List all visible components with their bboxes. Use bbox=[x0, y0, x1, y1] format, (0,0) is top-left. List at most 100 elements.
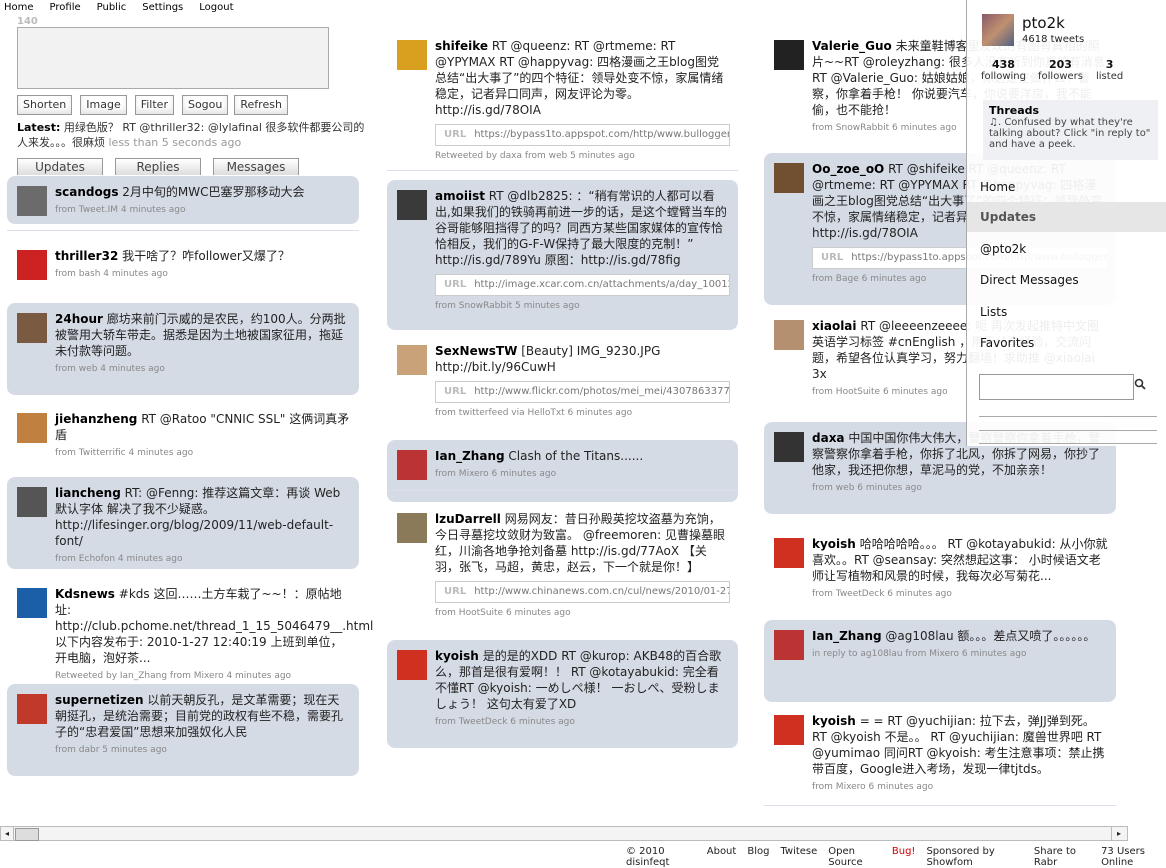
tweet-username[interactable]: kyoish bbox=[435, 649, 479, 663]
tweet-avatar[interactable] bbox=[17, 250, 47, 280]
footer-twitese-link[interactable]: Twitese bbox=[780, 846, 817, 868]
tweet-avatar[interactable] bbox=[397, 650, 427, 680]
tweet-username[interactable]: Oo_zoe_oO bbox=[812, 162, 884, 176]
stat-listed[interactable]: 3 listed bbox=[1096, 58, 1123, 82]
tweet-avatar[interactable] bbox=[397, 190, 427, 220]
nav-public[interactable]: Public bbox=[97, 2, 127, 13]
sidebar-item-updates[interactable]: Updates bbox=[980, 210, 1036, 224]
tweet-username[interactable]: supernetizen bbox=[55, 693, 144, 707]
tweet-url-preview[interactable]: URL http://www.chinanews.com.cn/cul/news/… bbox=[435, 581, 730, 603]
tweet-avatar[interactable] bbox=[17, 694, 47, 724]
footer-share-link[interactable]: Share to Rabr bbox=[1034, 846, 1090, 868]
tweet-username[interactable]: thriller32 bbox=[55, 249, 118, 263]
tweet-url-preview[interactable]: URL http://image.xcar.com.cn/attachments/… bbox=[435, 274, 730, 296]
sidebar-username[interactable]: pto2k bbox=[1022, 14, 1065, 32]
footer-sponsor-link[interactable]: Sponsored by Showfom bbox=[926, 846, 1022, 868]
tweet-card[interactable]: kyoish = = RT @yuchijian: 拉下去，弹JJ弹到死。RT … bbox=[764, 705, 1116, 795]
tweet-avatar[interactable] bbox=[774, 715, 804, 745]
scroll-left-icon[interactable]: ◂ bbox=[1, 827, 14, 840]
tweet-avatar[interactable] bbox=[17, 588, 47, 618]
tweet-avatar[interactable] bbox=[774, 320, 804, 350]
tab-updates[interactable]: Updates bbox=[17, 158, 103, 175]
nav-home[interactable]: Home bbox=[4, 2, 34, 13]
tweet-card[interactable]: lzuDarrell 网易网友：昔日孙殿英挖坟盗墓为充饷，今日寻墓挖坟敛财为致富… bbox=[387, 503, 738, 629]
tweet-card[interactable]: supernetizen 以前天朝反孔，是文革需要；现在天朝挺孔，是统治需要；目… bbox=[7, 684, 359, 776]
tweet-avatar[interactable] bbox=[17, 186, 47, 216]
tweet-card[interactable]: kyoish 是的是的XDD RT @kurop: AKB48的百合歌么，那首是… bbox=[387, 640, 738, 748]
tweet-url-preview[interactable]: URL https://bypass1to.appspot.com/http/ww… bbox=[435, 124, 730, 146]
tweet-avatar[interactable] bbox=[774, 432, 804, 462]
search-icon[interactable] bbox=[1129, 375, 1151, 397]
tweet-avatar[interactable] bbox=[17, 313, 47, 343]
url-text[interactable]: http://www.chinanews.com.cn/cul/news/201… bbox=[474, 586, 729, 597]
tweet-username[interactable]: 24hour bbox=[55, 312, 103, 326]
tweet-username[interactable]: scandogs bbox=[55, 185, 118, 199]
tweet-url-preview[interactable]: URL http://www.flickr.com/photos/mei_mei/… bbox=[435, 381, 730, 403]
shorten-button[interactable]: Shorten bbox=[17, 95, 73, 115]
sidebar-item-home[interactable]: Home bbox=[980, 180, 1015, 194]
tweet-username[interactable]: SexNewsTW bbox=[435, 344, 517, 358]
footer-bug-link[interactable]: Bug! bbox=[892, 846, 916, 868]
tweet-card[interactable]: jiehanzheng RT @Ratoo "CNNIC SSL" 这俩词真矛盾… bbox=[7, 403, 359, 465]
url-text[interactable]: http://image.xcar.com.cn/attachments/a/d… bbox=[474, 279, 729, 290]
tweet-avatar[interactable] bbox=[774, 40, 804, 70]
tweet-card[interactable]: Ian_Zhang @ag108lau 额。。。差点又喷了。。。。。。 in re… bbox=[764, 620, 1116, 702]
tweet-avatar[interactable] bbox=[774, 630, 804, 660]
tweet-username[interactable]: Ian_Zhang bbox=[812, 629, 882, 643]
stat-followers[interactable]: 203 followers bbox=[1038, 58, 1083, 82]
tweet-avatar[interactable] bbox=[397, 450, 427, 480]
tweet-card[interactable]: shifeike RT @queenz: RT @rtmeme: RT @YPY… bbox=[387, 30, 738, 166]
url-text[interactable]: https://bypass1to.appspot.com/http/www.b… bbox=[474, 129, 729, 140]
tweet-avatar[interactable] bbox=[397, 345, 427, 375]
footer-blog-link[interactable]: Blog bbox=[747, 846, 769, 868]
tweet-avatar[interactable] bbox=[774, 163, 804, 193]
footer-open-source-link[interactable]: Open Source bbox=[828, 846, 881, 868]
sidebar-item-favorites[interactable]: Favorites bbox=[980, 336, 1034, 350]
tweet-username[interactable]: Valerie_Guo bbox=[812, 39, 892, 53]
footer-about-link[interactable]: About bbox=[707, 846, 737, 868]
tweet-card[interactable]: kyoish 哈哈哈哈哈。。。 RT @kotayabukid: 从小你就喜欢。… bbox=[764, 528, 1116, 618]
sidebar-item-direct-messages[interactable]: Direct Messages bbox=[980, 273, 1079, 287]
tweet-avatar[interactable] bbox=[397, 513, 427, 543]
tweet-card[interactable]: thriller32 我干啥了？咋follower又爆了？ from bash 4… bbox=[7, 240, 359, 290]
tab-messages[interactable]: Messages bbox=[213, 158, 299, 175]
nav-settings[interactable]: Settings bbox=[142, 2, 183, 13]
tweet-card[interactable]: amoiist RT @dlb2825: ：“稍有常识的人都可以看出,如果我们的… bbox=[387, 180, 738, 330]
tweet-username[interactable]: kyoish bbox=[812, 714, 856, 728]
tweet-card[interactable]: scandogs 2月中旬的MWC巴塞罗那移动大会 from Tweet.IM 4… bbox=[7, 176, 359, 224]
nav-logout[interactable]: Logout bbox=[199, 2, 233, 13]
search-input[interactable] bbox=[979, 374, 1134, 400]
sidebar-item-lists[interactable]: Lists bbox=[980, 305, 1007, 319]
tweet-card[interactable]: 24hour 廊坊来前门示威的是农民，约100人。分两批被警用大轿车带走。据悉是… bbox=[7, 303, 359, 395]
filter-button[interactable]: Filter bbox=[134, 95, 174, 115]
nav-profile[interactable]: Profile bbox=[50, 2, 81, 13]
tweet-username[interactable]: Kdsnews bbox=[55, 587, 115, 601]
tweet-username[interactable]: shifeike bbox=[435, 39, 488, 53]
tweet-username[interactable]: jiehanzheng bbox=[55, 412, 137, 426]
compose-textarea[interactable] bbox=[17, 27, 329, 89]
horizontal-scrollbar[interactable]: ◂ ▸ bbox=[0, 826, 1128, 841]
tweet-card[interactable]: Ian_Zhang Clash of the Titans...... from … bbox=[387, 440, 738, 502]
tweet-card[interactable]: SexNewsTW [Beauty] IMG_9230.JPG http://b… bbox=[387, 335, 738, 430]
tweet-card[interactable]: Kdsnews #kds 这回……土方车栽了~~！：原帖地址: http://c… bbox=[7, 578, 373, 681]
image-button[interactable]: Image bbox=[80, 95, 127, 115]
stat-following[interactable]: 438 following bbox=[981, 58, 1026, 82]
sidebar-item-mentions[interactable]: @pto2k bbox=[980, 242, 1026, 256]
tweet-card[interactable]: liancheng RT: @Fenng: 推荐这篇文章：再谈 Web 默认字体… bbox=[7, 477, 359, 569]
tweet-username[interactable]: xiaolai bbox=[812, 319, 857, 333]
scroll-thumb[interactable] bbox=[15, 828, 39, 841]
tweet-username[interactable]: lzuDarrell bbox=[435, 512, 501, 526]
tweet-avatar[interactable] bbox=[774, 538, 804, 568]
refresh-button[interactable]: Refresh bbox=[234, 95, 288, 115]
url-text[interactable]: http://www.flickr.com/photos/mei_mei/430… bbox=[474, 386, 729, 397]
tweet-username[interactable]: Ian_Zhang bbox=[435, 449, 505, 463]
tab-replies[interactable]: Replies bbox=[115, 158, 201, 175]
tweet-avatar[interactable] bbox=[17, 487, 47, 517]
tweet-username[interactable]: kyoish bbox=[812, 537, 856, 551]
sogou-button[interactable]: Sogou bbox=[181, 95, 229, 115]
tweet-avatar[interactable] bbox=[397, 40, 427, 70]
tweet-username[interactable]: daxa bbox=[812, 431, 845, 445]
tweet-username[interactable]: liancheng bbox=[55, 486, 121, 500]
avatar[interactable] bbox=[982, 14, 1014, 46]
tweet-username[interactable]: amoiist bbox=[435, 189, 485, 203]
